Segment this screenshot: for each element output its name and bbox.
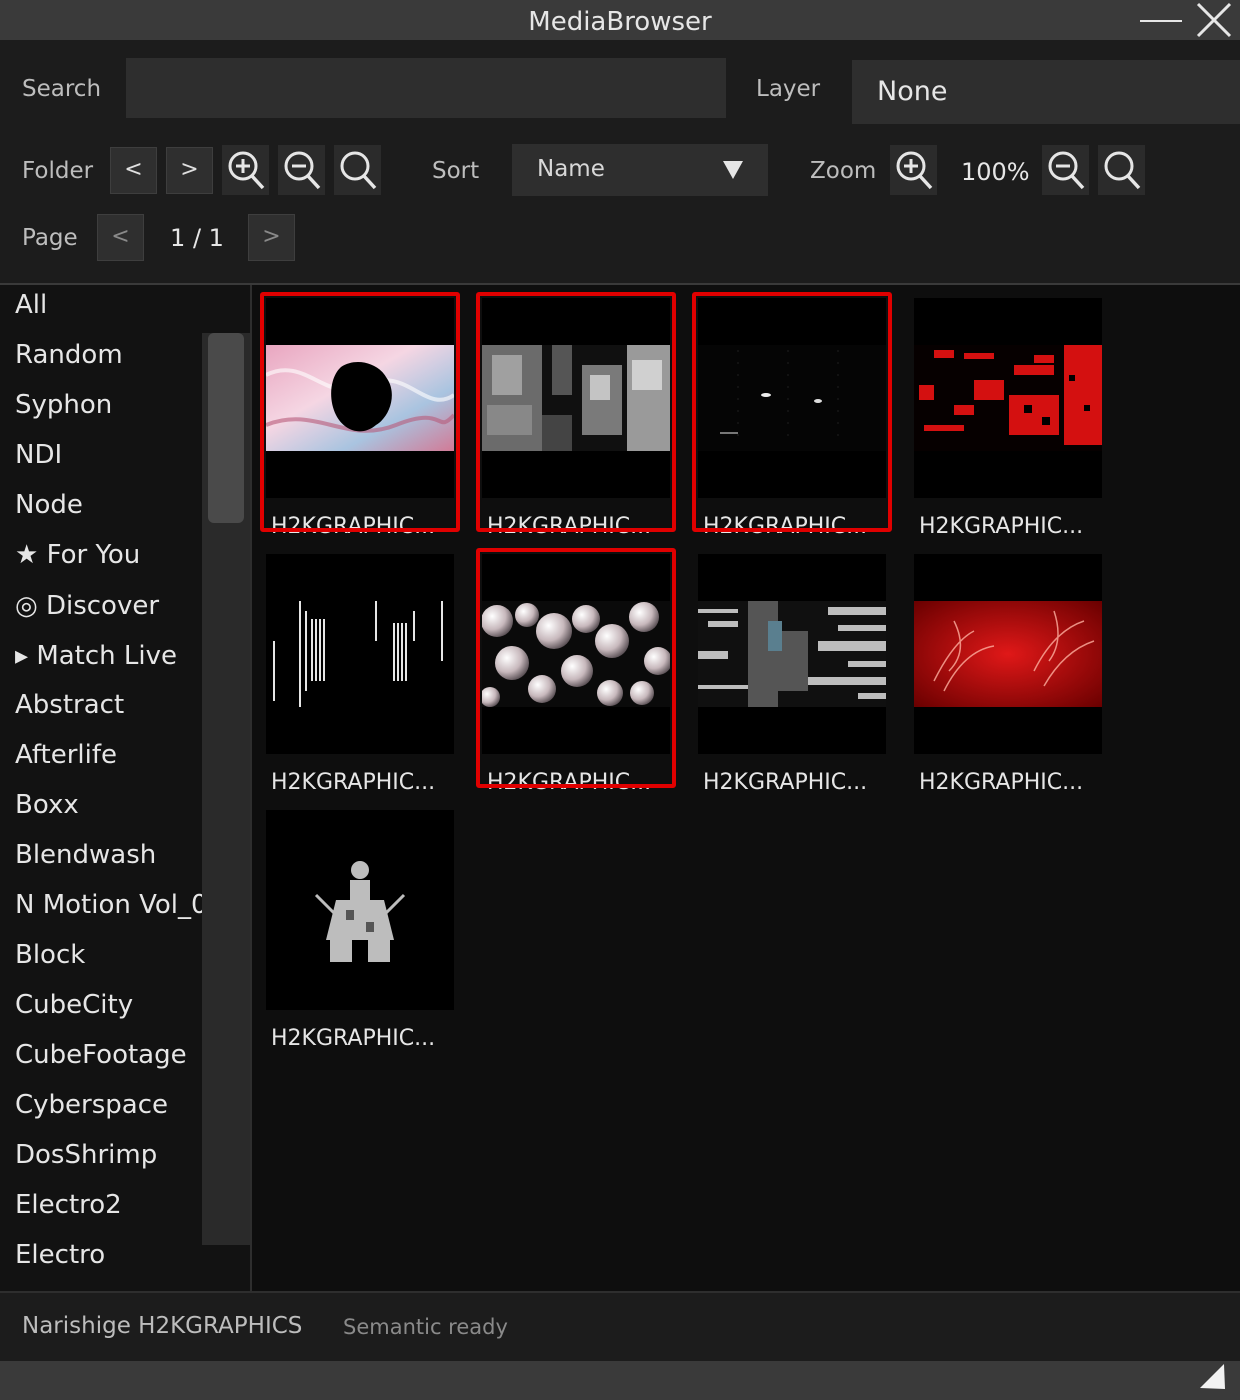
thumbnail-image — [266, 345, 454, 451]
page-prev-button[interactable]: < — [97, 214, 144, 261]
sidebar-item-cubecity[interactable]: CubeCity — [15, 983, 202, 1033]
window-title: MediaBrowser — [528, 7, 712, 37]
search-icon — [1104, 151, 1141, 190]
media-tile[interactable] — [698, 554, 886, 754]
thumbnail-image — [698, 601, 886, 707]
search-label: Search — [22, 76, 102, 102]
sidebar-item-random[interactable]: Random — [15, 333, 202, 383]
media-tile[interactable] — [266, 810, 454, 1010]
media-tile[interactable] — [914, 554, 1102, 754]
media-tile-label: H2KGRAPHIC... — [919, 514, 1084, 539]
sort-select[interactable]: Name — [512, 144, 768, 196]
zoom-out-icon — [284, 151, 321, 190]
zoom-value: 100% — [961, 158, 1030, 186]
media-tile-label: H2KGRAPHIC... — [271, 1026, 436, 1051]
thumbnail-image — [266, 810, 454, 1010]
sidebar-item-for-you[interactable]: ★ For You — [15, 533, 202, 583]
close-button[interactable] — [1190, 0, 1236, 42]
sidebar-item-all[interactable]: All — [15, 283, 202, 333]
media-tile-label: H2KGRAPHIC... — [271, 514, 436, 539]
layer-value: None — [877, 76, 948, 107]
sidebar-item-electro2[interactable]: Electro2 — [15, 1183, 202, 1233]
sidebar-item-syphon[interactable]: Syphon — [15, 383, 202, 433]
folder-zoom-reset-button[interactable] — [334, 145, 381, 195]
zoom-label: Zoom — [810, 158, 877, 184]
page-next-button[interactable]: > — [248, 214, 295, 261]
media-tile-label: H2KGRAPHIC... — [271, 770, 436, 795]
folder-label: Folder — [22, 158, 94, 184]
sidebar-item-match-live[interactable]: ▸ Match Live — [15, 634, 202, 684]
sidebar-item-afterlife[interactable]: Afterlife — [15, 733, 202, 783]
search-icon — [340, 151, 377, 190]
zoom-out-icon — [1048, 151, 1085, 190]
folder-zoom-in-button[interactable] — [222, 145, 269, 195]
folder-zoom-out-button[interactable] — [278, 145, 325, 195]
thumbnail-image — [482, 345, 670, 451]
folder-prev-button[interactable]: < — [110, 147, 157, 194]
layer-select[interactable]: None — [852, 60, 1240, 124]
media-tile[interactable] — [266, 298, 454, 498]
sidebar-item-discover[interactable]: ◎ Discover — [15, 584, 202, 634]
sort-value: Name — [537, 156, 605, 182]
sidebar-item-cubefootage[interactable]: CubeFootage — [15, 1033, 202, 1083]
resize-handle[interactable] — [1198, 1362, 1230, 1394]
sidebar-item-boxx[interactable]: Boxx — [15, 783, 202, 833]
sidebar-item-electro[interactable]: Electro — [15, 1233, 202, 1283]
close-icon — [1196, 2, 1232, 38]
sidebar-item-blendwash[interactable]: Blendwash — [15, 833, 202, 883]
media-tile-label: H2KGRAPHIC... — [703, 770, 868, 795]
search-input[interactable] — [126, 58, 726, 118]
media-tile[interactable] — [698, 298, 886, 498]
thumbnail-image — [914, 345, 1102, 451]
resize-grip-icon — [1200, 1364, 1225, 1389]
media-tile[interactable] — [482, 298, 670, 498]
thumbnail-image — [266, 601, 454, 707]
status-semantic: Semantic ready — [343, 1315, 508, 1339]
thumbnail-image — [698, 345, 886, 451]
sidebar-item-dosshrimp[interactable]: DosShrimp — [15, 1133, 202, 1183]
layer-label: Layer — [756, 76, 821, 102]
sidebar-item-block[interactable]: Block — [15, 933, 202, 983]
sidebar-item-node[interactable]: Node — [15, 483, 202, 533]
chevron-down-icon — [723, 161, 743, 179]
thumbnail-image — [482, 601, 670, 707]
sidebar-item-n-motion[interactable]: N Motion Vol_0 — [15, 883, 202, 933]
page-label: Page — [22, 225, 78, 251]
media-tile[interactable] — [482, 554, 670, 754]
sidebar-item-ndi[interactable]: NDI — [15, 433, 202, 483]
sidebar-item-cyberspace[interactable]: Cyberspace — [15, 1083, 202, 1133]
status-user: Narishige H2KGRAPHICS — [22, 1313, 303, 1339]
media-tile-label: H2KGRAPHIC... — [487, 770, 652, 795]
zoom-in-icon — [896, 151, 933, 190]
sidebar-scrollbar-thumb[interactable] — [208, 333, 244, 523]
sort-label: Sort — [432, 158, 480, 184]
zoom-out-button[interactable] — [1042, 145, 1089, 195]
bottom-bar — [0, 1361, 1240, 1400]
media-tile-label: H2KGRAPHIC... — [919, 770, 1084, 795]
folder-next-button[interactable]: > — [166, 147, 213, 194]
zoom-in-icon — [228, 151, 265, 190]
thumbnail-image — [914, 601, 1102, 707]
media-tile-label: H2KGRAPHIC... — [487, 514, 652, 539]
zoom-in-button[interactable] — [890, 145, 937, 195]
media-tile[interactable] — [266, 554, 454, 754]
page-indicator: 1 / 1 — [170, 224, 224, 252]
media-tile[interactable] — [914, 298, 1102, 498]
zoom-reset-button[interactable] — [1098, 145, 1145, 195]
media-tile-label: H2KGRAPHIC... — [703, 514, 868, 539]
sidebar-item-abstract[interactable]: Abstract — [15, 683, 202, 733]
minimize-button[interactable] — [1138, 6, 1184, 36]
